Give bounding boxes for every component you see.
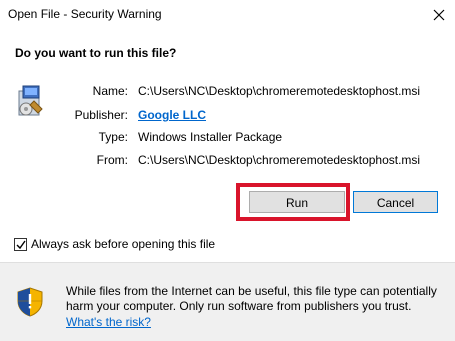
close-button[interactable]	[425, 0, 455, 30]
checkmark-icon	[16, 240, 26, 250]
window-title: Open File - Security Warning	[8, 7, 162, 21]
title-bar: Open File - Security Warning	[0, 0, 455, 30]
warning-text: While files from the Internet can be use…	[66, 284, 437, 313]
security-shield-icon	[17, 287, 43, 317]
publisher-link[interactable]: Google LLC	[138, 108, 206, 122]
type-label: Type:	[98, 130, 128, 144]
dialog-question: Do you want to run this file?	[15, 46, 177, 60]
publisher-label: Publisher:	[74, 108, 128, 122]
warning-panel: While files from the Internet can be use…	[0, 262, 455, 341]
whats-the-risk-link[interactable]: What's the risk?	[66, 315, 151, 329]
run-button[interactable]: Run	[249, 191, 345, 213]
from-value: C:\Users\NC\Desktop\chromeremotedesktoph…	[138, 153, 421, 167]
cancel-button[interactable]: Cancel	[353, 191, 438, 213]
close-icon	[433, 9, 445, 21]
from-label: From:	[96, 153, 128, 167]
name-value: C:\Users\NC\Desktop\chromeremotedesktoph…	[138, 84, 421, 98]
always-ask-label[interactable]: Always ask before opening this file	[31, 237, 215, 251]
type-value: Windows Installer Package	[138, 130, 283, 144]
always-ask-checkbox[interactable]	[14, 238, 27, 251]
name-label: Name:	[92, 84, 128, 98]
